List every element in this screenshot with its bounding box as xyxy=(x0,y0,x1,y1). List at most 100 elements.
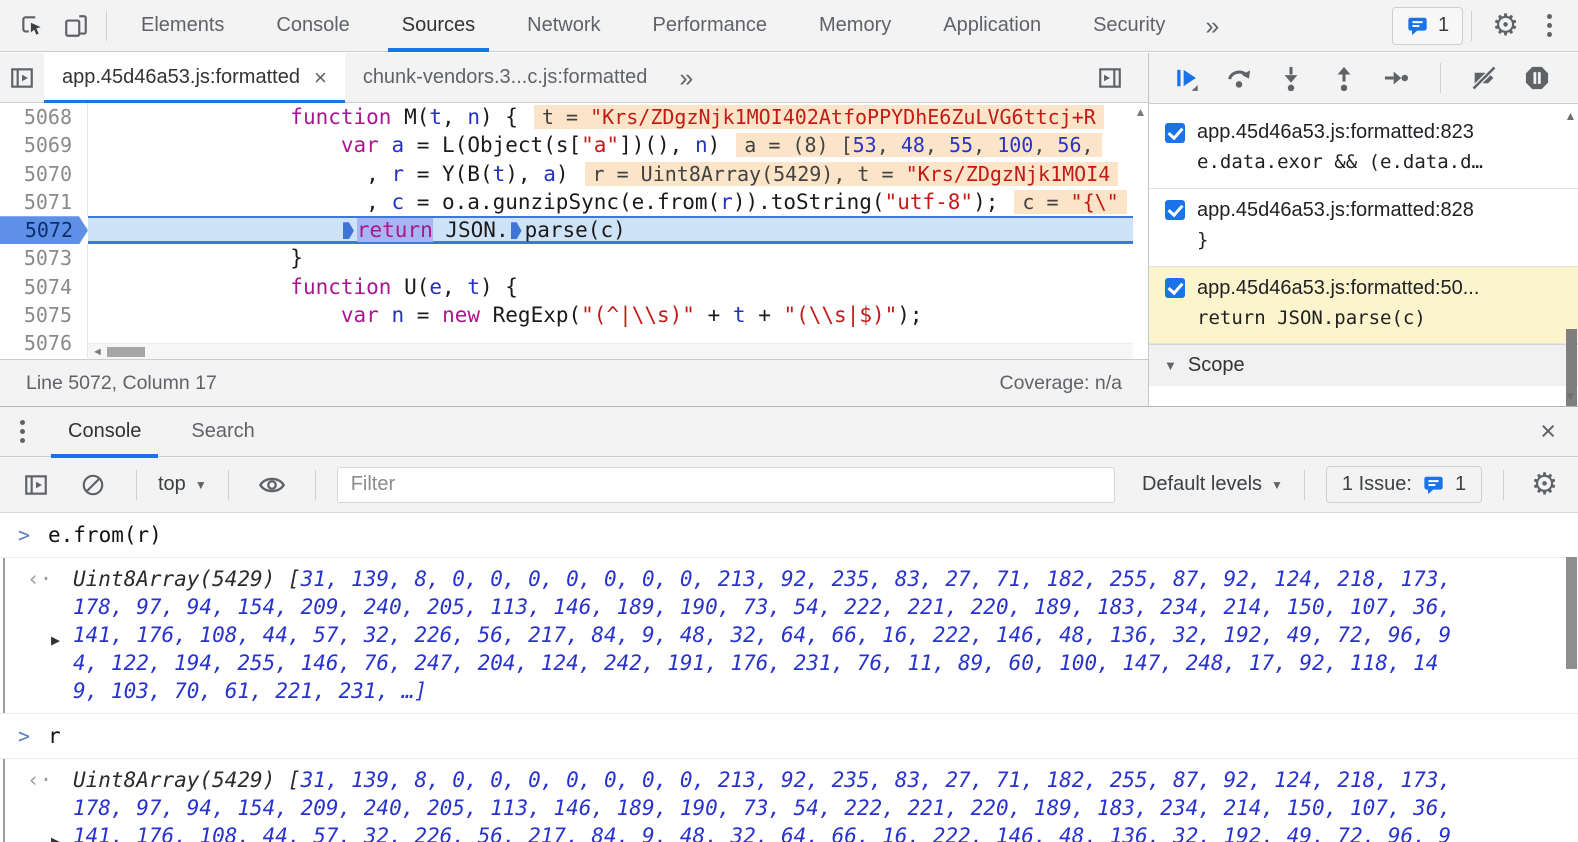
step-over-icon[interactable] xyxy=(1222,61,1256,95)
code-token: ])(), xyxy=(619,133,695,157)
more-tabs-chevron-icon[interactable]: » xyxy=(665,54,707,102)
code-token: + xyxy=(695,303,733,327)
continue-to-marker-icon[interactable] xyxy=(511,222,522,239)
expand-triangle-icon[interactable]: ▶ xyxy=(51,827,60,842)
line-number[interactable]: 5069 xyxy=(0,131,88,159)
panel-tab-application[interactable]: Application xyxy=(917,0,1067,52)
step-into-icon[interactable] xyxy=(1274,61,1308,95)
console-result-block: Uint8Array(5429) [31, 139, 8, 0, 0, 0, 0… xyxy=(0,558,1578,713)
panel-tab-elements[interactable]: Elements xyxy=(115,0,250,52)
scroll-down-arrow-icon[interactable]: ▼ xyxy=(1563,389,1578,403)
panel-tab-performance[interactable]: Performance xyxy=(627,0,794,52)
panel-tab-memory[interactable]: Memory xyxy=(793,0,917,52)
resume-icon[interactable] xyxy=(1169,61,1203,95)
console-result: ‹·Uint8Array(5429) [31, 139, 8, 0, 0, 0,… xyxy=(0,558,1578,714)
breakpoint-checkbox[interactable] xyxy=(1165,200,1185,220)
issue-count: 1 xyxy=(1455,473,1466,496)
live-expression-eye-icon[interactable] xyxy=(250,465,294,505)
close-icon[interactable]: × xyxy=(314,65,327,91)
code-editor[interactable]: 5068 function M(t, n) {t = "Krs/ZDgzNjk1… xyxy=(0,103,1148,359)
editor-vertical-scrollbar[interactable]: ▲ xyxy=(1133,103,1148,343)
inline-eval-hint: a = (8) [53, 48, 55, 100, 56, xyxy=(736,133,1101,157)
drawer-tab-search[interactable]: Search xyxy=(166,407,279,457)
scroll-up-arrow-icon[interactable]: ▲ xyxy=(1133,103,1148,121)
debugger-panel-toggle-icon[interactable] xyxy=(1088,58,1132,98)
line-number[interactable]: 5070 xyxy=(0,160,88,188)
code-token: var xyxy=(341,133,379,157)
breakpoint-item[interactable]: app.45d46a53.js:formatted:823e.data.exor… xyxy=(1149,111,1578,189)
code-token: } xyxy=(88,246,303,270)
overflow-menu-icon[interactable] xyxy=(1531,14,1568,37)
step-out-icon[interactable] xyxy=(1327,61,1361,95)
line-number[interactable]: 5074 xyxy=(0,273,88,301)
divider xyxy=(1471,11,1472,41)
panel-tab-network[interactable]: Network xyxy=(501,0,626,52)
code-token: parse(c) xyxy=(525,218,626,242)
code-token xyxy=(88,218,341,242)
scrollbar-thumb[interactable] xyxy=(107,347,145,357)
hint-token: 55 xyxy=(949,133,973,157)
result-line: 9, 103, 70, 61, 221, 231, …] xyxy=(0,677,1578,705)
breakpoint-checkbox[interactable] xyxy=(1165,278,1185,298)
console-scrollbar-thumb[interactable] xyxy=(1566,557,1577,669)
close-icon[interactable]: × xyxy=(1540,418,1556,445)
more-panels-chevron-icon[interactable]: » xyxy=(1191,2,1233,50)
divider xyxy=(1304,470,1305,500)
code-line: 5074 function U(e, t) { xyxy=(0,273,1148,301)
issues-counter-button[interactable]: 1 xyxy=(1392,7,1463,45)
line-number[interactable]: 5072 xyxy=(0,216,88,244)
console-sidebar-toggle-icon[interactable] xyxy=(14,465,58,505)
gear-icon[interactable]: ⚙ xyxy=(1525,470,1564,500)
clear-console-icon[interactable] xyxy=(71,465,115,505)
line-number[interactable]: 5076 xyxy=(0,329,88,357)
device-toolbar-icon[interactable] xyxy=(54,6,98,46)
code-token: "utf-8" xyxy=(885,190,974,214)
hint-token: 56 xyxy=(1057,133,1081,157)
context-selector[interactable]: top ▼ xyxy=(158,473,207,496)
breakpoint-checkbox[interactable] xyxy=(1165,123,1185,143)
pause-on-exceptions-icon[interactable] xyxy=(1520,61,1554,95)
panel-tab-security[interactable]: Security xyxy=(1067,0,1191,52)
panel-tab-sources[interactable]: Sources xyxy=(376,0,501,52)
gear-icon[interactable]: ⚙ xyxy=(1480,11,1531,41)
issues-button[interactable]: 1 Issue: 1 xyxy=(1326,466,1482,503)
code-token: M( xyxy=(391,105,429,129)
result-line: Uint8Array(5429) [31, 139, 8, 0, 0, 0, 0… xyxy=(0,766,1578,794)
filter-input[interactable] xyxy=(337,467,1115,503)
console-command: >r xyxy=(0,714,1578,759)
result-type-prefix: Uint8Array(5429) [ xyxy=(73,768,301,792)
line-number[interactable]: 5073 xyxy=(0,244,88,272)
navigator-toggle-icon[interactable] xyxy=(0,58,44,98)
editor-horizontal-scrollbar[interactable]: ◄ xyxy=(88,343,1133,359)
file-tab[interactable]: app.45d46a53.js:formatted× xyxy=(44,53,345,103)
result-values: 141, 176, 108, 44, 57, 32, 226, 56, 217,… xyxy=(73,824,1451,842)
inspect-icon[interactable] xyxy=(10,6,54,46)
step-icon[interactable] xyxy=(1379,61,1413,95)
log-levels-selector[interactable]: Default levels ▼ xyxy=(1142,473,1283,496)
file-tab[interactable]: chunk-vendors.3...c.js:formatted xyxy=(345,53,666,103)
scroll-left-arrow-icon[interactable]: ◄ xyxy=(88,346,107,358)
breakpoint-item[interactable]: app.45d46a53.js:formatted:828} xyxy=(1149,189,1578,267)
hint-token: , xyxy=(973,133,997,157)
continue-to-marker-icon[interactable] xyxy=(343,222,354,239)
result-line: 4, 122, 194, 255, 146, 76, 247, 204, 124… xyxy=(0,649,1578,677)
file-tabs: app.45d46a53.js:formatted×chunk-vendors.… xyxy=(44,53,665,103)
line-number[interactable]: 5075 xyxy=(0,301,88,329)
breakpoint-item[interactable]: app.45d46a53.js:formatted:50...return JS… xyxy=(1149,267,1578,345)
scroll-up-arrow-icon[interactable]: ▲ xyxy=(1563,109,1578,123)
code-token: c xyxy=(391,190,404,214)
code-token: t xyxy=(467,275,480,299)
deactivate-breakpoints-icon[interactable] xyxy=(1467,61,1501,95)
line-number[interactable]: 5068 xyxy=(0,103,88,131)
panel-tab-console[interactable]: Console xyxy=(250,0,375,52)
result-values: 178, 97, 94, 154, 209, 240, 205, 113, 14… xyxy=(73,796,1451,820)
line-number[interactable]: 5071 xyxy=(0,188,88,216)
inline-eval-hint: r = Uint8Array(5429), t = "Krs/ZDgzNjk1M… xyxy=(585,162,1119,186)
code-token: "(\\s|$)" xyxy=(783,303,897,327)
drawer-menu-icon[interactable] xyxy=(0,420,43,443)
code-token: function xyxy=(290,275,391,299)
scope-section-header[interactable]: ▼ Scope xyxy=(1149,344,1578,386)
drawer-tab-console[interactable]: Console xyxy=(43,407,166,457)
sidebar-scrollbar[interactable]: ▲ ▼ xyxy=(1563,105,1578,406)
command-text: e.from(r) xyxy=(48,520,162,550)
